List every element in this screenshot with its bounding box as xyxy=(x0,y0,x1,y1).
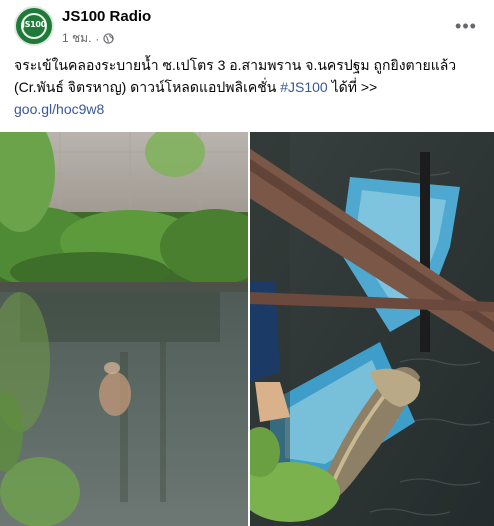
photo-canal-crocodile[interactable] xyxy=(0,132,248,526)
logo-text: JS100 xyxy=(22,20,46,29)
page-avatar[interactable]: JS100 xyxy=(14,6,54,46)
post-text-credit: (Cr.พันธ์ จิตรหาญ) ดาวน์โหลดแอปพลิเคชั่น xyxy=(14,79,281,95)
facebook-post: JS100 JS100 Radio 1 ชม. · ••• จระเข้ในคล… xyxy=(0,0,494,526)
photo-grid xyxy=(0,132,494,526)
post-header: JS100 JS100 Radio 1 ชม. · ••• xyxy=(14,6,480,48)
post-meta: 1 ชม. · xyxy=(62,29,115,48)
post-text-line-2: (Cr.พันธ์ จิตรหาญ) ดาวน์โหลดแอปพลิเคชั่น… xyxy=(14,76,484,98)
url-link[interactable]: goo.gl/hoc9w8 xyxy=(14,98,484,120)
hashtag-link[interactable]: #JS100 xyxy=(280,79,327,95)
post-time[interactable]: 1 ชม. xyxy=(62,29,91,48)
post-text-line-1: จระเข้ในคลองระบายน้ำ ซ.เปโตร 3 อ.สามพราน… xyxy=(14,57,457,73)
boat-scene-image xyxy=(250,132,494,526)
meta-separator: · xyxy=(95,31,100,46)
post-text: จระเข้ในคลองระบายน้ำ ซ.เปโตร 3 อ.สามพราน… xyxy=(14,54,484,120)
page-name[interactable]: JS100 Radio xyxy=(62,8,151,25)
post-text-download: ได้ที่ >> xyxy=(327,79,378,95)
globe-icon[interactable] xyxy=(103,33,115,44)
photo-boat-crocodile[interactable] xyxy=(250,132,494,526)
ellipsis-icon: ••• xyxy=(455,15,477,36)
canal-scene-image xyxy=(0,132,248,526)
more-options-button[interactable]: ••• xyxy=(452,12,480,40)
